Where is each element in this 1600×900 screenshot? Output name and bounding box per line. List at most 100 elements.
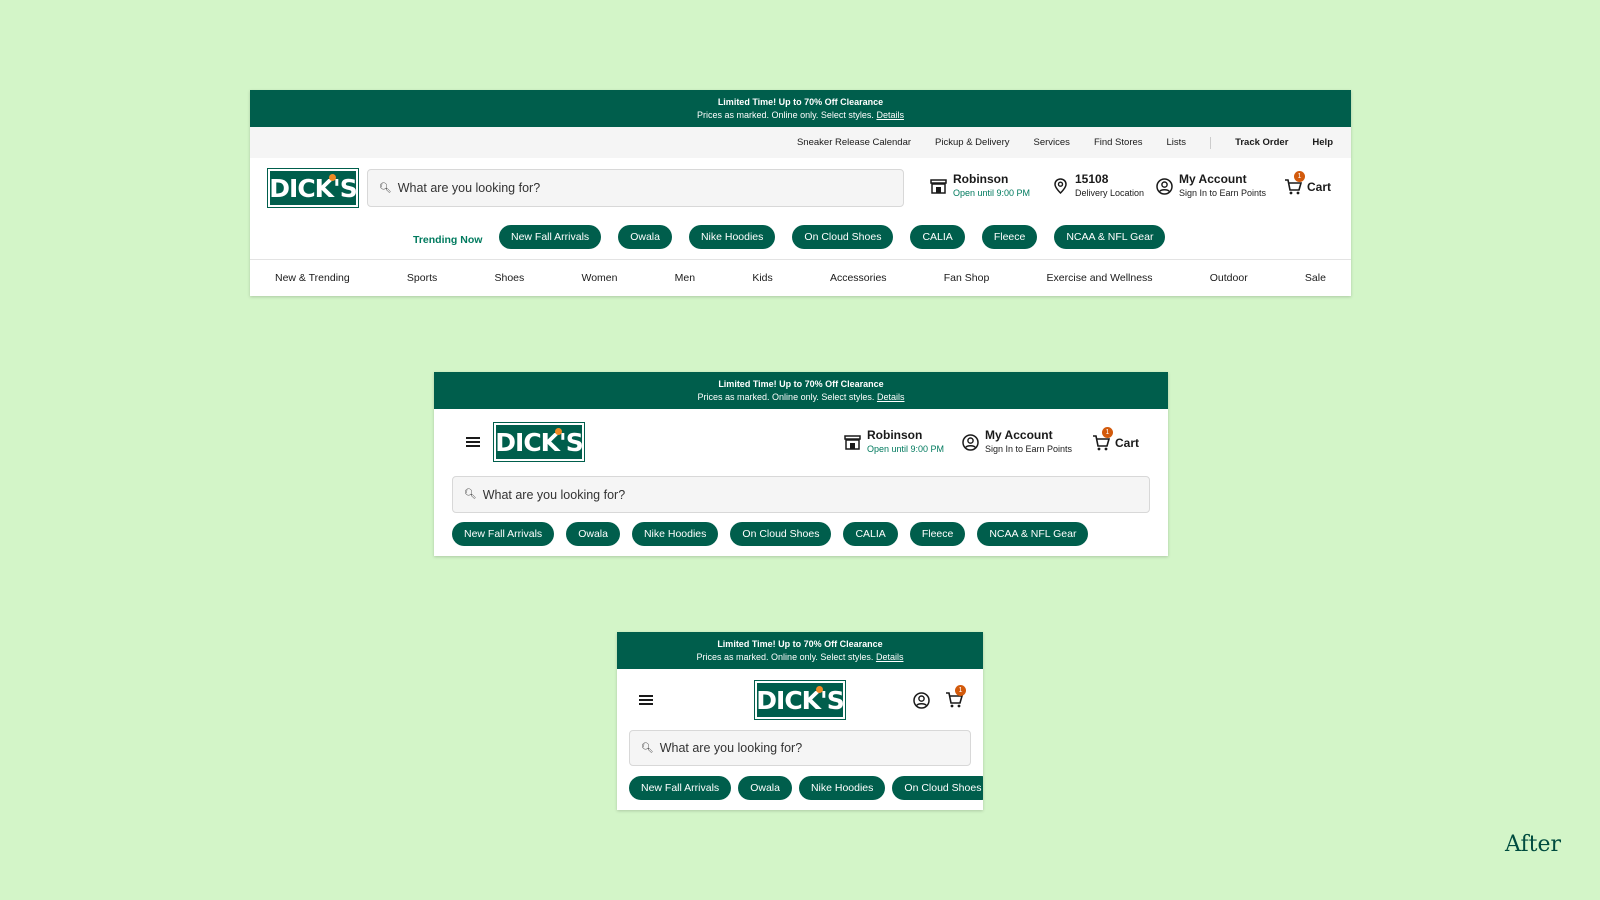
chip-nike-hoodies[interactable]: Nike Hoodies (798, 776, 886, 800)
util-divider (1210, 136, 1212, 149)
cart-label: Cart (1307, 179, 1332, 194)
chip-new-fall-arrivals[interactable]: New Fall Arrivals (629, 776, 732, 800)
logo-dot (555, 428, 562, 435)
promo-title: Limited Time! Up to 70% Off Clearance (717, 97, 884, 107)
after-label: After (1505, 832, 1562, 857)
desktop-header: Limited Time! Up to 70% Off Clearance Pr… (250, 90, 1351, 296)
util-link-find-stores[interactable]: Find Stores (1094, 137, 1143, 148)
tablet-main-row: DICK'S Robinson Open until 9:00 PM My Ac… (434, 409, 1168, 476)
delivery-location[interactable]: 15108 Delivery Location (1051, 172, 1144, 200)
logo[interactable]: DICK'S (493, 422, 585, 462)
search-icon: 🔍︎ (379, 182, 392, 194)
store-icon (843, 433, 861, 451)
account-icon[interactable] (912, 691, 930, 709)
promo-subtitle: Prices as marked. Online only. Select st… (696, 652, 904, 662)
promo-banner: Limited Time! Up to 70% Off Clearance Pr… (434, 372, 1168, 409)
tablet-header: Limited Time! Up to 70% Off Clearance Pr… (434, 372, 1168, 556)
trending-label: Trending Now (413, 234, 483, 246)
chip-on-cloud-shoes[interactable]: On Cloud Shoes (892, 776, 983, 800)
chip-fleece[interactable]: Fleece (909, 522, 966, 546)
nav-item-outdoor[interactable]: Outdoor (1210, 272, 1248, 284)
cart-badge: 1 (1102, 427, 1113, 438)
chip-calia[interactable]: CALIA (910, 225, 965, 249)
search-bar[interactable]: 🔍︎ What are you looking for? (452, 476, 1150, 513)
store-name: Robinson (867, 428, 923, 442)
search-icon: 🔍︎ (641, 742, 654, 754)
mobile-header: Limited Time! Up to 70% Off Clearance Pr… (617, 632, 983, 810)
util-link-help[interactable]: Help (1312, 137, 1333, 148)
logo[interactable]: DICK'S (754, 680, 846, 720)
my-account[interactable]: My Account Sign In to Earn Points (1155, 172, 1266, 200)
logo-text: DICK'S (495, 427, 583, 457)
promo-title: Limited Time! Up to 70% Off Clearance (718, 379, 884, 389)
promo-subtitle: Prices as marked. Online only. Select st… (697, 110, 904, 120)
hamburger-icon[interactable] (639, 695, 653, 705)
nav-item-exercise-wellness[interactable]: Exercise and Wellness (1047, 272, 1153, 284)
account-icon (1155, 177, 1173, 195)
util-link-sneaker-calendar[interactable]: Sneaker Release Calendar (797, 137, 911, 148)
my-account[interactable]: My Account Sign In to Earn Points (961, 428, 1072, 456)
promo-details-link[interactable]: Details (876, 110, 904, 120)
nav-item-men[interactable]: Men (675, 272, 695, 284)
chip-new-fall-arrivals[interactable]: New Fall Arrivals (452, 522, 555, 546)
store-hours: Open until 9:00 PM (953, 188, 1031, 198)
chip-ncaa-nfl-gear[interactable]: NCAA & NFL Gear (977, 522, 1089, 546)
util-link-services[interactable]: Services (1034, 137, 1070, 148)
nav-item-sports[interactable]: Sports (407, 272, 437, 284)
nav-item-kids[interactable]: Kids (752, 272, 772, 284)
cart-button[interactable]: 1 (945, 685, 966, 709)
hamburger-icon[interactable] (466, 437, 480, 447)
chip-owala[interactable]: Owala (566, 522, 620, 546)
location-pin-icon (1051, 177, 1069, 195)
chip-ncaa-nfl-gear[interactable]: NCAA & NFL Gear (1054, 225, 1166, 249)
account-title: My Account (985, 428, 1053, 442)
search-icon: 🔍︎ (464, 489, 477, 500)
cart-button[interactable]: 1 Cart (1284, 171, 1332, 196)
chip-on-cloud-shoes[interactable]: On Cloud Shoes (730, 522, 832, 546)
chip-new-fall-arrivals[interactable]: New Fall Arrivals (499, 225, 602, 249)
promo-details-link[interactable]: Details (877, 392, 905, 402)
chip-calia[interactable]: CALIA (843, 522, 898, 546)
promo-title: Limited Time! Up to 70% Off Clearance (717, 639, 883, 649)
promo-banner: Limited Time! Up to 70% Off Clearance Pr… (617, 632, 983, 669)
account-subtitle: Sign In to Earn Points (985, 444, 1073, 454)
cart-badge: 1 (955, 685, 966, 696)
chip-owala[interactable]: Owala (618, 225, 672, 249)
logo-text: DICK'S (756, 685, 844, 715)
chip-owala[interactable]: Owala (738, 776, 792, 800)
util-link-lists[interactable]: Lists (1167, 137, 1187, 148)
promo-details-link[interactable]: Details (876, 652, 904, 662)
nav-item-sale[interactable]: Sale (1305, 272, 1326, 284)
trending-chips: New Fall Arrivals Owala Nike Hoodies On … (499, 225, 1166, 249)
delivery-zip: 15108 (1075, 172, 1109, 186)
nav-item-shoes[interactable]: Shoes (494, 272, 524, 284)
cart-button[interactable]: 1 Cart (1092, 427, 1140, 452)
util-link-track-order[interactable]: Track Order (1235, 137, 1288, 148)
cart-label: Cart (1115, 435, 1140, 450)
util-link-pickup-delivery[interactable]: Pickup & Delivery (935, 137, 1009, 148)
mobile-main-row: DICK'S 1 (617, 669, 983, 731)
search-bar[interactable]: 🔍︎ What are you looking for? (367, 169, 904, 207)
promo-banner: Limited Time! Up to 70% Off Clearance Pr… (250, 90, 1351, 127)
cart-badge: 1 (1294, 171, 1305, 182)
utility-bar: Sneaker Release Calendar Pickup & Delive… (250, 127, 1351, 158)
chip-nike-hoodies[interactable]: Nike Hoodies (631, 522, 719, 546)
search-placeholder: What are you looking for? (659, 741, 803, 755)
nav-item-women[interactable]: Women (581, 272, 617, 284)
store-selector[interactable]: Robinson Open until 9:00 PM (929, 172, 1030, 200)
account-subtitle: Sign In to Earn Points (1179, 188, 1267, 198)
logo-text: DICK'S (269, 173, 357, 203)
store-selector[interactable]: Robinson Open until 9:00 PM (843, 428, 944, 456)
chip-nike-hoodies[interactable]: Nike Hoodies (688, 225, 776, 249)
logo[interactable]: DICK'S (267, 168, 359, 208)
nav-item-accessories[interactable]: Accessories (830, 272, 887, 284)
chip-fleece[interactable]: Fleece (981, 225, 1038, 249)
search-bar[interactable]: 🔍︎ What are you looking for? (629, 730, 971, 766)
trending-chips: New Fall Arrivals Owala Nike Hoodies On … (629, 776, 983, 800)
chip-on-cloud-shoes[interactable]: On Cloud Shoes (792, 225, 894, 249)
category-nav: New & Trending Sports Shoes Women Men Ki… (250, 259, 1351, 296)
logo-dot (329, 174, 336, 181)
nav-item-fan-shop[interactable]: Fan Shop (944, 272, 990, 284)
store-icon (929, 177, 947, 195)
nav-item-new-trending[interactable]: New & Trending (275, 272, 350, 284)
